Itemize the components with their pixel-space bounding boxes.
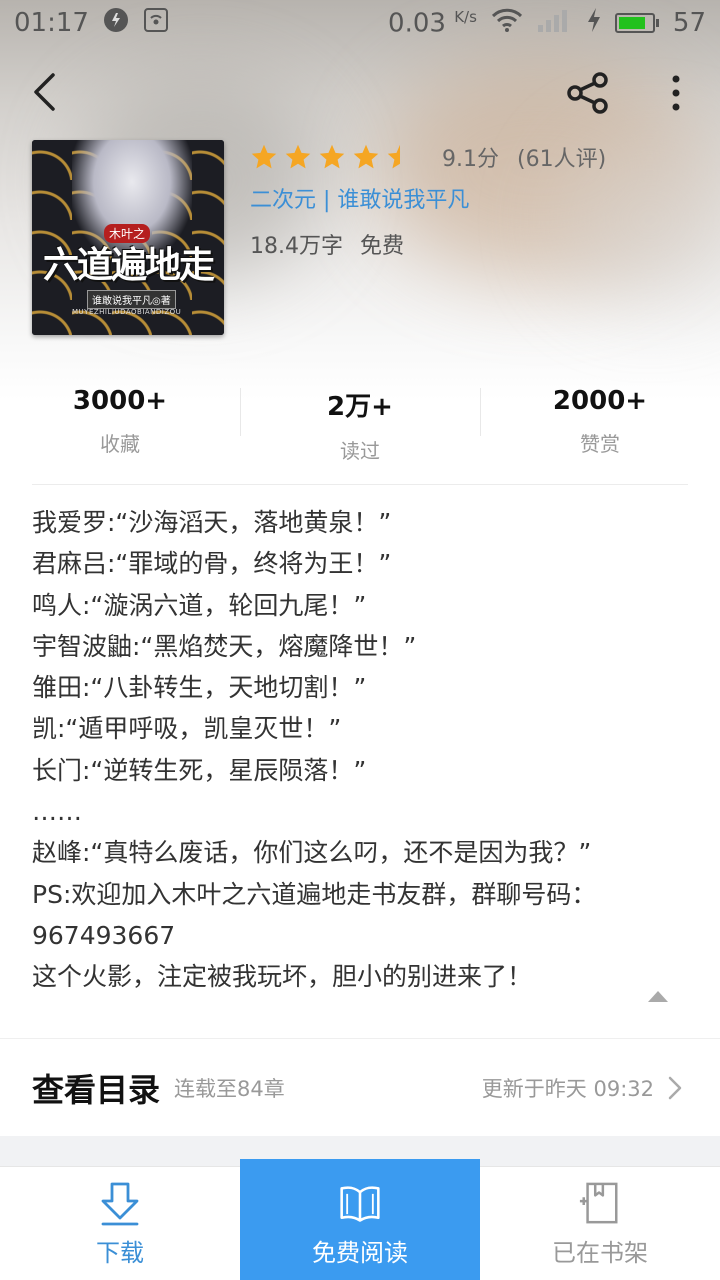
stat-read: 2万+ 读过 [240, 380, 480, 470]
cover-author: 谁敢说我平凡◎著 [87, 290, 176, 309]
catalog-updated: 更新于昨天 09:32 [481, 1077, 654, 1101]
stat-label: 赞赏 [580, 432, 620, 456]
stat-favorites: 3000+ 收藏 [0, 380, 240, 470]
top-nav [0, 60, 720, 126]
catalog-row[interactable]: 查看目录 连载至84章 更新于昨天 09:32 [0, 1040, 720, 1136]
bookshelf-added-icon [579, 1182, 618, 1224]
battery-icon [614, 13, 659, 33]
star-half-icon [387, 144, 400, 169]
intro-line: 君麻吕:“罪域的骨，终将为王！” [32, 549, 392, 579]
score: 9.1分 [442, 147, 499, 172]
stat-label: 读过 [340, 439, 380, 463]
intro-line: 赵峰:“真特么废话，你们这么叼，还不是因为我？” [32, 838, 592, 868]
catalog-status: 连载至84章 [174, 1077, 285, 1101]
network-speed: 0.03 K/s [388, 7, 477, 39]
status-time: 01:17 [14, 8, 89, 38]
download-button[interactable]: 下载 [0, 1167, 240, 1280]
intro-line: …… [32, 797, 82, 827]
open-book-icon [340, 1186, 380, 1222]
stats-row: 3000+ 收藏 2万+ 读过 2000+ 赞赏 [0, 380, 720, 470]
intro-line: 雏田:“八卦转生，天地切割！” [32, 673, 367, 703]
free-read-label: 免费阅读 [312, 1239, 408, 1267]
intro-line: 我爱罗:“沙海滔天，落地黄泉！” [32, 508, 392, 537]
price: 免费 [360, 234, 405, 259]
more-vertical-icon [672, 75, 680, 111]
star-full-icon [319, 144, 345, 169]
stat-value: 2000+ [552, 386, 648, 416]
stat-value: 2万+ [327, 392, 393, 422]
stat-value: 3000+ [72, 386, 168, 416]
signal-icon [537, 7, 573, 40]
review-count: (61人评) [517, 147, 607, 172]
divider [0, 1038, 720, 1039]
collapse-intro-button[interactable] [644, 982, 672, 1010]
free-read-button[interactable]: 免费阅读 [240, 1159, 480, 1280]
bottom-action-bar: 下载 免费阅读 已在书架 [0, 1159, 720, 1280]
download-label: 下载 [96, 1239, 144, 1267]
back-button[interactable] [22, 70, 66, 114]
intro-line: 967493667 [32, 920, 176, 950]
cover-pinyin: MUYEZHILIUDAOBIANDIZOU [72, 308, 182, 316]
intro-line: 这个火影，注定被我玩坏，胆小的别进来了！ [32, 962, 533, 992]
on-shelf-button[interactable]: 已在书架 [480, 1167, 720, 1280]
star-full-icon [285, 144, 311, 169]
star-full-icon [251, 144, 277, 169]
app-notification-icon [103, 7, 129, 40]
book-intro[interactable]: 我爱罗:“沙海滔天，落地黄泉！” 君麻吕:“罪域的骨，终将为王！” 鸣人:“漩涡… [32, 502, 688, 998]
book-info: 木叶之 六道遍地走 谁敢说我平凡◎著 MUYEZHILIUDAOBIANDIZO… [32, 140, 692, 340]
rating-row: 9.1分 (61人评) [250, 140, 606, 174]
intro-line: 鸣人:“漩涡六道，轮回九尾！” [32, 590, 367, 620]
book-cover[interactable]: 木叶之 六道遍地走 谁敢说我平凡◎著 MUYEZHILIUDAOBIANDIZO… [32, 140, 224, 335]
stat-label: 收藏 [100, 432, 140, 456]
book-meta: 18.4万字 免费 [250, 228, 404, 260]
more-button[interactable] [656, 68, 696, 118]
category-author-link[interactable]: 二次元 | 谁敢说我平凡 [250, 182, 469, 214]
catalog-title: 查看目录 [32, 1071, 161, 1109]
charging-icon [587, 7, 601, 39]
intro-line: 宇智波鼬:“黑焰焚天，熔魔降世！” [32, 631, 417, 661]
intro-line: 长门:“逆转生死，星辰陨落！” [32, 755, 367, 785]
back-arrow-icon [34, 73, 55, 111]
status-bar: 01:17 0.03 K/s 57 [0, 0, 720, 46]
share-button[interactable] [562, 68, 614, 118]
on-shelf-label: 已在书架 [552, 1239, 648, 1267]
triangle-up-icon [648, 991, 668, 1002]
stat-rewards[interactable]: 2000+ 赞赏 [480, 380, 720, 470]
download-icon [101, 1182, 139, 1226]
cover-title: 六道遍地走 [42, 244, 215, 286]
battery-level: 57 [672, 8, 706, 38]
word-count: 18.4万字 [250, 234, 343, 259]
hotspot-icon [143, 7, 169, 40]
wifi-icon [491, 7, 523, 40]
divider [32, 484, 688, 485]
chevron-right-icon [668, 1075, 688, 1101]
intro-line: PS:欢迎加入木叶之六道遍地走书友群，群聊号码： [32, 879, 597, 909]
share-icon [567, 72, 608, 114]
star-full-icon [353, 144, 379, 169]
intro-line: 凯:“遁甲呼吸，凯皇灭世！” [32, 714, 342, 744]
